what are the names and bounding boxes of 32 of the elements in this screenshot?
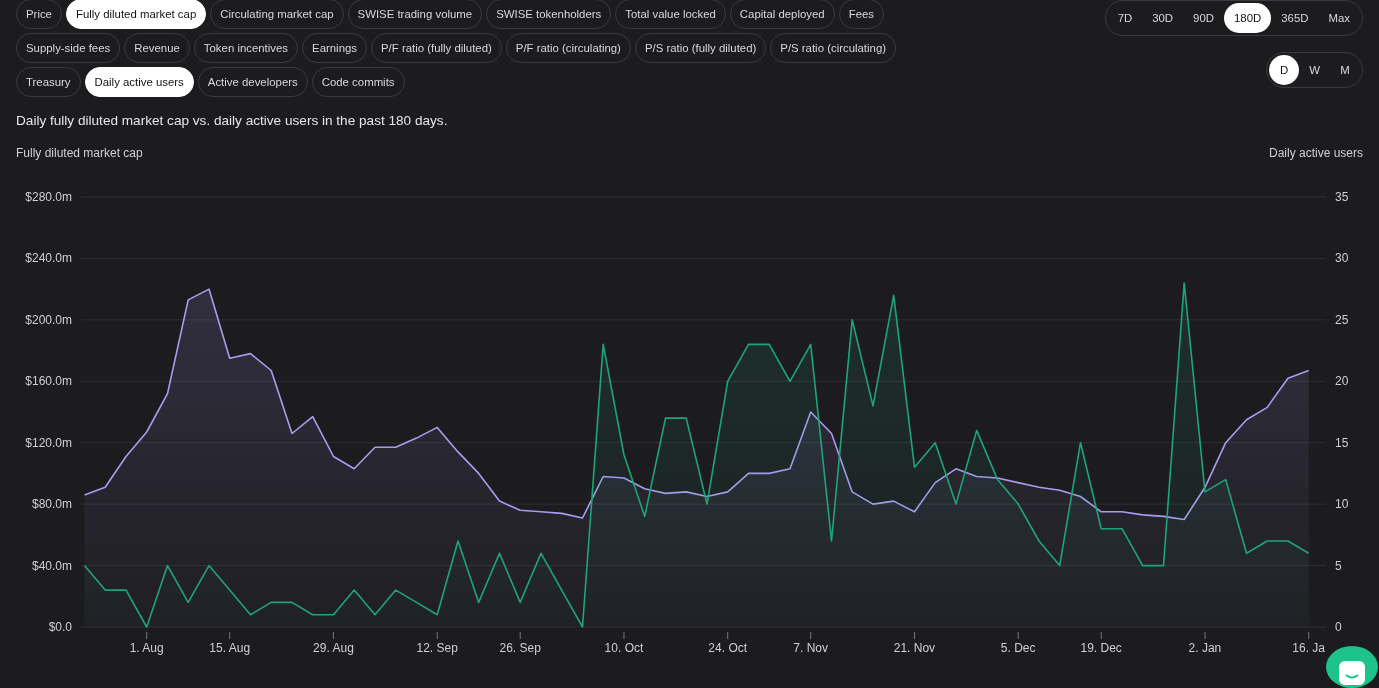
x-axis-label: 12. Sep bbox=[416, 641, 458, 655]
y-axis-label: 0 bbox=[1335, 620, 1342, 634]
y-axis-label: $0.0 bbox=[48, 620, 72, 634]
y-axis-label: $200.0m bbox=[25, 312, 72, 327]
x-axis-label: 29. Aug bbox=[313, 641, 354, 655]
x-axis-label: 19. Dec bbox=[1080, 641, 1122, 655]
x-axis-label: 21. Nov bbox=[893, 641, 936, 655]
x-axis-label: 24. Oct bbox=[708, 641, 748, 655]
y-axis-label: 20 bbox=[1335, 374, 1349, 389]
x-axis-label: 26. Sep bbox=[499, 641, 541, 655]
y-axis-label: $280.0m bbox=[25, 190, 72, 204]
y-axis-label: 35 bbox=[1335, 190, 1349, 204]
x-axis-label: 10. Oct bbox=[604, 641, 644, 655]
y-axis-label: 10 bbox=[1335, 497, 1349, 512]
y-axis-label: 30 bbox=[1335, 251, 1349, 266]
y-axis-label: $120.0m bbox=[25, 435, 72, 450]
y-axis-label: $240.0m bbox=[25, 251, 72, 266]
x-axis-label: 1. Aug bbox=[129, 641, 164, 655]
axis-title: Daily active users bbox=[1268, 146, 1363, 160]
y-axis-label: $80.0m bbox=[31, 497, 72, 512]
x-axis-label: 16. Ja bbox=[1292, 641, 1326, 655]
y-axis-label: 5 bbox=[1335, 558, 1342, 573]
x-axis-label: 2. Jan bbox=[1188, 641, 1222, 655]
chart-description: Daily fully diluted market cap vs. daily active users in the past 180 days. bbox=[16, 113, 449, 128]
x-axis-label: 5. Dec bbox=[1000, 641, 1036, 655]
x-axis-label: 15. Aug bbox=[209, 641, 251, 655]
y-axis-label: 15 bbox=[1335, 435, 1349, 450]
axis-title: Fully diluted market cap bbox=[16, 146, 143, 160]
x-axis-label: 7. Nov bbox=[793, 641, 829, 655]
y-axis-label: $40.0m bbox=[31, 558, 72, 573]
y-axis-label: 25 bbox=[1335, 312, 1349, 327]
y-axis-label: $160.0m bbox=[25, 374, 72, 389]
